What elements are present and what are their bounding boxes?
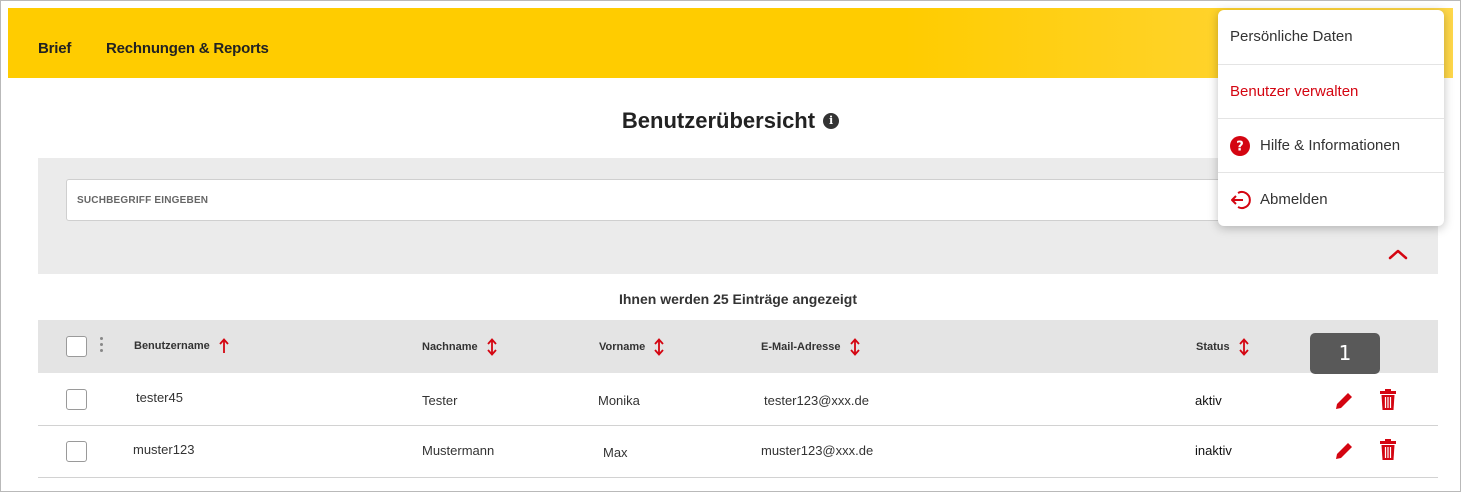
user-menu-dropdown: Persönliche Daten Benutzer verwalten ? H…	[1218, 10, 1444, 226]
menu-item-label: Hilfe & Informationen	[1260, 137, 1401, 154]
table-row: tester45 Tester Monika tester123@xxx.de …	[38, 374, 1438, 426]
cell-firstname: Monika	[598, 393, 640, 408]
sort-both-icon	[1239, 338, 1249, 356]
column-header-vorname[interactable]: Vorname	[599, 338, 665, 356]
menu-item-label: Abmelden	[1260, 191, 1328, 208]
cell-username: tester45	[136, 390, 183, 405]
table-row: muster123 Mustermann Max muster123@xxx.d…	[38, 426, 1438, 478]
sort-both-icon	[849, 338, 860, 356]
result-count: Ihnen werden 25 Einträge angezeigt	[618, 291, 858, 307]
sort-ascending-icon	[219, 338, 229, 353]
column-label: Nachname	[422, 340, 478, 353]
cell-lastname: Mustermann	[422, 443, 495, 458]
table-header: Benutzername Nachname Vorname E-Mail-Adr…	[38, 320, 1438, 373]
menu-item-abmelden[interactable]: Abmelden	[1218, 172, 1444, 226]
menu-item-label: Benutzer verwalten	[1230, 83, 1359, 100]
edit-pencil-icon[interactable]	[1332, 389, 1356, 413]
cell-status: aktiv	[1195, 393, 1222, 408]
menu-item-label: Persönliche Daten	[1230, 28, 1353, 45]
annotation-badge: 1	[1310, 333, 1380, 374]
select-all-checkbox[interactable]	[66, 336, 87, 357]
column-label: Vorname	[599, 340, 646, 353]
search-input[interactable]	[66, 179, 1236, 221]
column-header-nachname[interactable]: Nachname	[422, 338, 497, 356]
logout-icon	[1231, 191, 1251, 209]
cell-email: tester123@xxx.de	[764, 393, 869, 408]
cell-email: muster123@xxx.de	[761, 443, 874, 458]
menu-item-persoenliche-daten[interactable]: Persönliche Daten	[1218, 10, 1444, 64]
menu-item-benutzer-verwalten[interactable]: Benutzer verwalten	[1218, 64, 1444, 118]
menu-item-hilfe-informationen[interactable]: ? Hilfe & Informationen	[1218, 118, 1444, 172]
trash-icon[interactable]	[1378, 438, 1398, 462]
nav-brief[interactable]: Brief	[38, 40, 71, 57]
column-label: E-Mail-Adresse	[761, 340, 841, 353]
nav-rechnungen-reports[interactable]: Rechnungen & Reports	[106, 40, 269, 57]
trash-icon[interactable]	[1378, 388, 1398, 412]
cell-firstname: Max	[603, 445, 628, 460]
row-checkbox[interactable]	[66, 441, 87, 462]
column-header-benutzername[interactable]: Benutzername	[134, 338, 229, 354]
help-glyph: ?	[1236, 140, 1244, 155]
column-header-email[interactable]: E-Mail-Adresse	[761, 338, 860, 356]
page-title: Benutzerübersicht	[621, 108, 816, 133]
info-icon[interactable]: i	[823, 113, 840, 129]
cell-lastname: Tester	[422, 393, 458, 408]
column-header-status[interactable]: Status	[1196, 338, 1249, 356]
chevron-up-icon[interactable]	[1388, 248, 1408, 260]
sort-both-icon	[654, 338, 665, 356]
cell-username: muster123	[133, 442, 195, 457]
column-options-icon[interactable]	[98, 337, 104, 357]
cell-status: inaktiv	[1195, 443, 1232, 458]
sort-both-icon	[487, 338, 497, 356]
edit-pencil-icon[interactable]	[1332, 439, 1356, 463]
column-label: Benutzername	[134, 339, 210, 352]
row-checkbox[interactable]	[66, 389, 87, 410]
help-circle-icon: ?	[1230, 136, 1250, 156]
column-label: Status	[1196, 340, 1230, 353]
